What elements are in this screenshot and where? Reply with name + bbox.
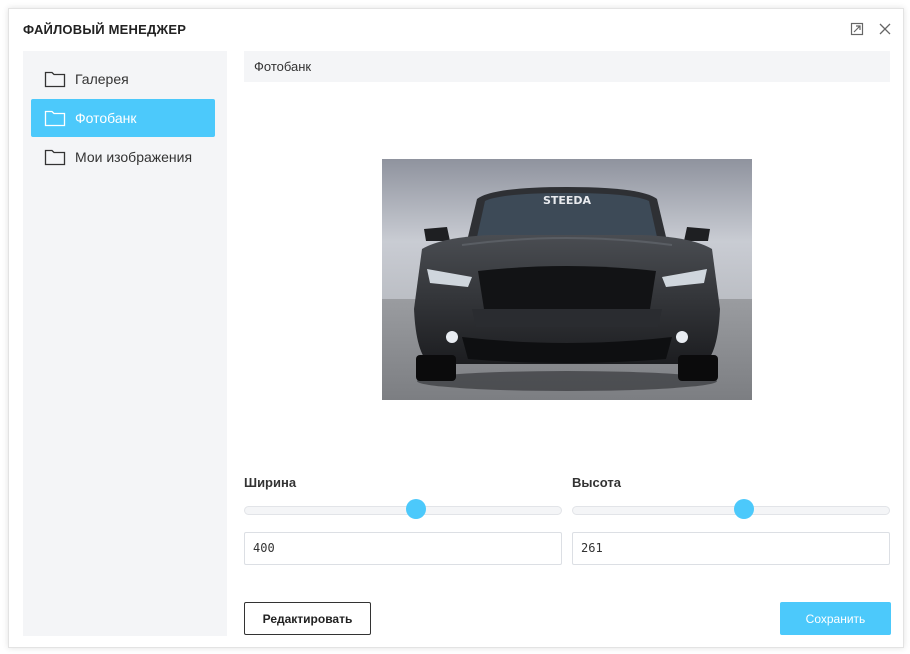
expand-icon[interactable] [850, 22, 864, 36]
sidebar-item-label: Галерея [75, 71, 129, 87]
sidebar-item-label: Фотобанк [75, 110, 137, 126]
height-slider[interactable] [572, 499, 890, 519]
close-icon[interactable] [878, 22, 892, 36]
sidebar-item-gallery[interactable]: Галерея [31, 60, 215, 98]
breadcrumb: Фотобанк [244, 51, 890, 82]
save-button[interactable]: Сохранить [780, 602, 891, 635]
height-input[interactable]: 261 [572, 532, 890, 565]
slider-knob[interactable] [405, 499, 426, 519]
windshield-banner-text: STEEDA [543, 194, 592, 207]
folder-sidebar: Галерея Фотобанк Мои изображения [23, 51, 227, 636]
folder-icon [44, 109, 66, 127]
sidebar-item-label: Мои изображения [75, 149, 193, 165]
slider-track[interactable] [244, 506, 562, 515]
dialog-title: ФАЙЛОВЫЙ МЕНЕДЖЕР [23, 22, 187, 37]
sidebar-item-photobank[interactable]: Фотобанк [31, 99, 215, 137]
folder-icon [44, 70, 66, 88]
slider-track[interactable] [572, 506, 890, 515]
width-label: Ширина [244, 475, 297, 490]
width-input[interactable]: 400 [244, 532, 562, 565]
file-manager-dialog: ФАЙЛОВЫЙ МЕНЕДЖЕР Галерея Фотобанк Мои и… [8, 8, 904, 648]
edit-button[interactable]: Редактировать [244, 602, 371, 635]
sidebar-item-my-images[interactable]: Мои изображения [31, 138, 215, 176]
slider-knob[interactable] [733, 499, 754, 519]
folder-icon [44, 148, 66, 166]
image-preview: STEEDA [382, 159, 752, 400]
height-label: Высота [572, 475, 621, 490]
width-slider[interactable] [244, 499, 562, 519]
